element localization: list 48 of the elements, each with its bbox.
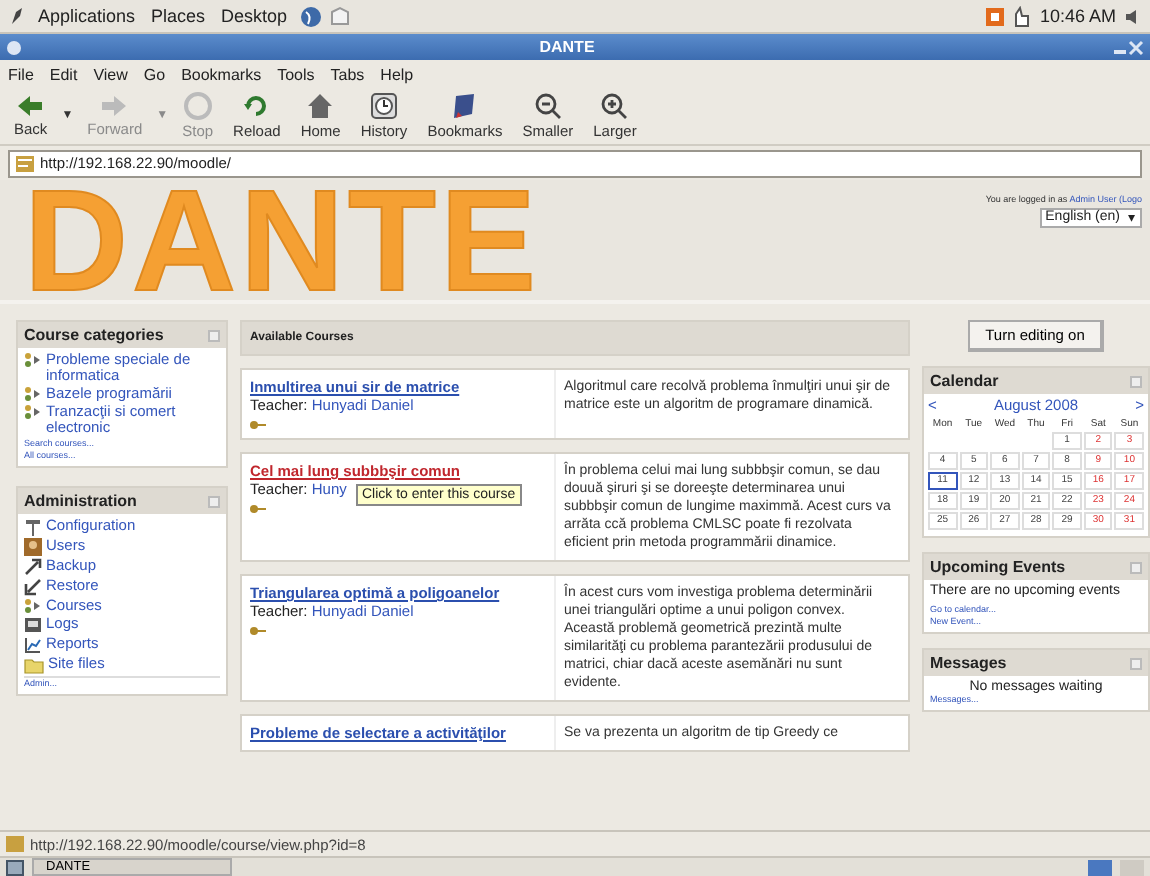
chart-icon — [24, 636, 42, 654]
menu-item[interactable]: Help — [380, 65, 414, 83]
menu-item[interactable]: Edit — [49, 65, 78, 83]
notification-icon[interactable] — [985, 7, 1004, 25]
window-title: DANTE — [537, 38, 597, 56]
clock-text[interactable]: 10:46 AM — [1039, 6, 1116, 26]
site-logo: DANTE — [24, 180, 540, 300]
clock-icon — [370, 92, 399, 120]
home-icon — [306, 92, 335, 120]
arrow-icon — [24, 558, 42, 576]
menu-item[interactable]: View — [93, 65, 128, 83]
menu-item[interactable]: Go — [143, 65, 166, 83]
key-icon — [250, 504, 266, 514]
globe-icon[interactable] — [299, 5, 322, 27]
workspace-icon[interactable] — [1088, 859, 1112, 875]
panel-menu[interactable]: Applications — [34, 6, 140, 26]
menu-item[interactable]: Bookmarks — [181, 65, 262, 83]
close-icon[interactable] — [1128, 39, 1144, 55]
category-icon — [24, 598, 42, 614]
block-title: Calendar — [930, 372, 999, 390]
window-menu-icon[interactable] — [6, 39, 22, 55]
reload-icon — [242, 92, 271, 120]
category-icon — [24, 352, 42, 368]
speaker-icon[interactable] — [1124, 7, 1142, 25]
block-title: Upcoming Events — [930, 558, 1066, 576]
panel-menu[interactable]: Places — [147, 6, 210, 26]
menu-item[interactable]: Tabs — [330, 65, 365, 83]
folder-icon — [24, 656, 44, 674]
block-title: Messages — [930, 654, 1007, 672]
zoom-in-icon — [600, 92, 629, 120]
panel-menu[interactable]: Desktop — [217, 6, 292, 26]
stop-icon — [183, 92, 212, 120]
hammer-icon — [24, 518, 42, 536]
people-icon — [24, 538, 42, 556]
forward-arrow-icon — [100, 94, 129, 118]
menu-item[interactable]: File — [8, 65, 34, 83]
back-arrow-icon — [16, 94, 45, 118]
arrow-icon — [24, 578, 42, 596]
site-icon — [16, 155, 34, 171]
zoom-out-icon — [533, 92, 562, 120]
key-icon — [250, 626, 266, 636]
desktop-icon[interactable] — [6, 859, 24, 875]
page-icon — [6, 836, 24, 852]
block-title: Course categories — [24, 326, 164, 344]
block-title: Administration — [24, 492, 137, 510]
key-icon — [250, 420, 266, 430]
book-icon — [450, 92, 479, 120]
menu-item[interactable]: Tools — [277, 65, 315, 83]
